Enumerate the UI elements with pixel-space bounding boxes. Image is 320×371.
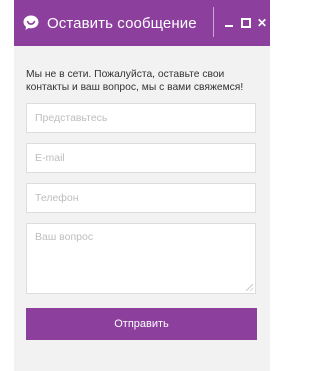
maximize-icon[interactable] [239,0,253,46]
close-icon[interactable]: ✕ [255,0,269,46]
header-divider [213,7,214,37]
name-field[interactable]: Представьтесь [26,103,256,133]
offline-message: Мы не в сети. Пожалуйста, оставьте свои … [26,69,244,93]
resize-handle-icon[interactable] [246,284,253,291]
email-field[interactable]: E-mail [26,143,256,173]
question-placeholder: Ваш вопрос [35,231,94,243]
question-field[interactable]: Ваш вопрос [26,223,256,294]
phone-field[interactable]: Телефон [26,183,256,213]
widget-header[interactable]: Оставить сообщение ✕ [14,0,270,46]
submit-button[interactable]: Отправить [26,308,257,340]
minimize-icon[interactable] [222,0,236,46]
chat-bubble-icon [22,14,40,32]
chat-widget: Оставить сообщение ✕ Мы не в сети. Пожал… [14,0,270,371]
widget-title: Оставить сообщение [47,14,197,32]
